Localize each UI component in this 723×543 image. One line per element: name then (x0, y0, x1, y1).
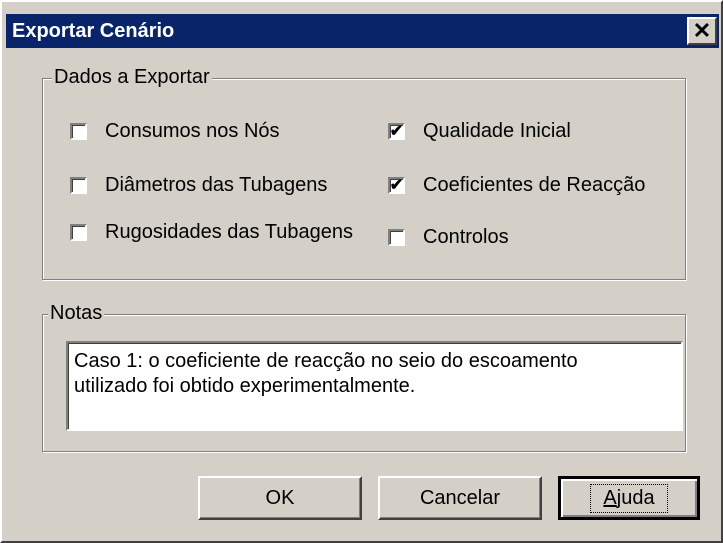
ok-button[interactable]: OK (198, 476, 362, 520)
export-scenario-dialog: Exportar Cenário ✕ Dados a Exportar Cons… (0, 0, 723, 543)
data-to-export-label: Dados a Exportar (52, 66, 212, 89)
check-icon: ✔ (389, 176, 404, 194)
cancel-button-label: Cancelar (419, 486, 501, 509)
checkbox-label: Consumos nos Nós (105, 120, 280, 142)
checkbox-box[interactable] (388, 229, 405, 246)
close-icon: ✕ (692, 18, 712, 43)
dialog-title: Exportar Cenário (12, 20, 175, 42)
notes-label: Notas (48, 302, 105, 325)
help-button[interactable]: Ajuda (558, 476, 700, 520)
checkbox-label: Rugosidades das Tubagens (105, 221, 353, 243)
title-bar[interactable]: Exportar Cenário ✕ (6, 14, 719, 48)
checkbox-coeficientes-de-reaccao[interactable]: ✔ Coeficientes de Reacção (388, 174, 645, 197)
checkbox-box[interactable]: ✔ (388, 123, 405, 140)
checkbox-box[interactable]: ✔ (388, 177, 405, 194)
checkbox-box[interactable] (70, 177, 87, 194)
help-button-label: Ajuda (590, 483, 668, 513)
help-mnemonic: A (603, 486, 617, 509)
check-icon: ✔ (389, 122, 404, 140)
checkbox-consumos-nos-nos[interactable]: Consumos nos Nós (70, 120, 280, 143)
checkbox-diametros-das-tubagens[interactable]: Diâmetros das Tubagens (70, 174, 327, 197)
checkbox-label: Diâmetros das Tubagens (105, 174, 328, 196)
checkbox-rugosidades-das-tubagens[interactable]: Rugosidades das Tubagens (70, 221, 353, 244)
checkbox-controlos[interactable]: Controlos (388, 226, 509, 249)
close-button[interactable]: ✕ (687, 17, 717, 45)
checkbox-label: Qualidade Inicial (423, 120, 571, 142)
checkbox-box[interactable] (70, 123, 87, 140)
cancel-button[interactable]: Cancelar (378, 476, 542, 520)
checkbox-label: Coeficientes de Reacção (423, 174, 646, 196)
checkbox-qualidade-inicial[interactable]: ✔ Qualidade Inicial (388, 120, 571, 143)
checkbox-label: Controlos (423, 226, 509, 248)
notes-textarea[interactable]: Caso 1: o coeficiente de reacção no seio… (66, 341, 683, 431)
checkbox-box[interactable] (70, 224, 87, 241)
ok-button-label: OK (265, 486, 295, 509)
help-label-rest: juda (616, 486, 655, 509)
